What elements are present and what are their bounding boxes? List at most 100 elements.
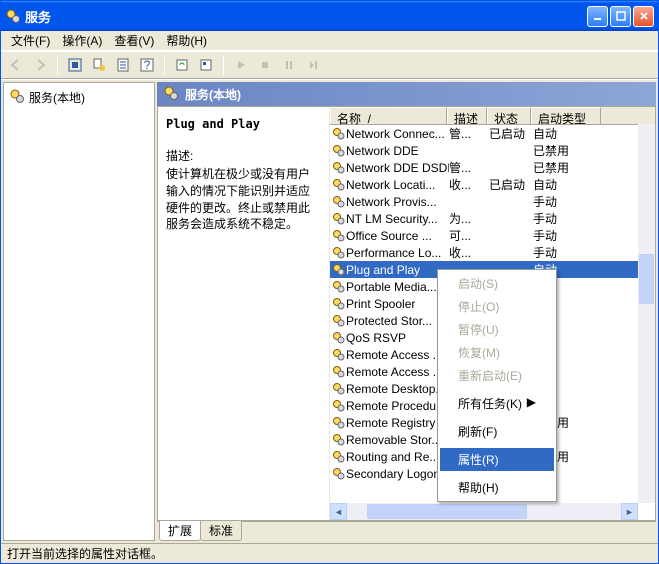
scroll-thumb[interactable] [639,254,654,304]
menu-view[interactable]: 查看(V) [108,31,160,50]
cell-name: Portable Media... [346,280,449,294]
cell-desc: 可... [449,227,489,244]
ctx-properties[interactable]: 属性(R) [440,448,554,471]
column-desc[interactable]: 描述 [447,107,487,124]
cell-status: 已启动 [489,125,533,142]
cell-status: 已启动 [489,176,533,193]
cell-name: Network DDE [346,144,449,158]
cell-desc: 为... [449,210,489,227]
cell-name: Secondary Logon [346,467,449,481]
stop-button[interactable] [254,54,276,76]
ctx-help[interactable]: 帮助(H) [440,476,554,499]
menubar: 文件(F) 操作(A) 查看(V) 帮助(H) [1,31,658,51]
service-icon [332,331,346,344]
restart-button[interactable] [302,54,324,76]
svg-text:?: ? [144,58,151,72]
properties-toolbar-button[interactable] [88,54,110,76]
description-text: 使计算机在极少或没有用户输入的情况下能识别并适应硬件的更改。终止或禁用此服务会造… [166,166,321,233]
menu-file[interactable]: 文件(F) [5,31,56,50]
detail-body: Plug and Play 描述: 使计算机在极少或没有用户输入的情况下能识别并… [157,106,656,521]
detail-header: 服务(本地) [157,82,656,106]
service-row[interactable]: NT LM Security...为...手动 [330,210,655,227]
toolbar-button-6[interactable] [195,54,217,76]
cell-startup: 已禁用 [533,142,603,159]
column-name[interactable]: 名称 / [330,107,447,124]
cell-name: Performance Lo... [346,246,449,260]
tab-standard[interactable]: 标准 [200,521,242,541]
cell-name: Routing and Re... [346,450,449,464]
status-bar: 打开当前选择的属性对话框。 [1,543,658,563]
service-row[interactable]: Network DDE DSDM管...已禁用 [330,159,655,176]
service-icon [332,467,346,480]
service-row[interactable]: Network Provis...手动 [330,193,655,210]
ctx-refresh[interactable]: 刷新(F) [440,420,554,443]
ctx-all-tasks[interactable]: 所有任务(K)▶ [440,392,554,415]
cell-name: Network DDE DSDM [346,161,449,175]
cell-name: Remote Access ... [346,348,449,362]
back-button[interactable] [5,54,27,76]
cell-startup: 手动 [533,244,603,261]
ctx-start[interactable]: 启动(S) [440,272,554,295]
ctx-restart[interactable]: 重新启动(E) [440,364,554,387]
scroll-left-button[interactable]: ◄ [330,503,347,520]
services-window: 服务 文件(F) 操作(A) 查看(V) 帮助(H) ? 服务(本地) [0,0,659,564]
refresh-toolbar-button[interactable] [171,54,193,76]
help-toolbar-button[interactable]: ? [136,54,158,76]
scroll-thumb[interactable] [367,504,527,519]
menu-help[interactable]: 帮助(H) [160,31,213,50]
toolbar-separator [57,55,58,75]
detail-header-title: 服务(本地) [185,86,241,103]
service-icon [332,348,346,361]
titlebar[interactable]: 服务 [1,1,658,31]
tab-extended[interactable]: 扩展 [159,521,201,541]
service-row[interactable]: Performance Lo...收... 手动 [330,244,655,261]
export-button[interactable] [112,54,134,76]
ctx-stop[interactable]: 停止(O) [440,295,554,318]
ctx-resume[interactable]: 恢复(M) [440,341,554,364]
column-startup[interactable]: 启动类型 [531,107,601,124]
horizontal-scrollbar[interactable]: ◄ ► [330,503,638,520]
tree-root[interactable]: 服务(本地) [8,87,150,108]
close-button[interactable] [633,6,654,27]
gears-icon [9,88,25,107]
menu-action[interactable]: 操作(A) [56,31,108,50]
main-area: 服务(本地) 服务(本地) Plug and Play 描述: 使计算机在极少或… [1,79,658,543]
tree-pane[interactable]: 服务(本地) [3,82,155,541]
pause-button[interactable] [278,54,300,76]
service-row[interactable]: Network Connec...管...已启动自动 [330,125,655,142]
services-icon [5,8,21,24]
service-icon [332,161,346,174]
tree-root-label: 服务(本地) [29,89,85,106]
service-icon [332,212,346,225]
scroll-track[interactable] [347,503,621,520]
minimize-button[interactable] [587,6,608,27]
cell-name: Network Locati... [346,178,449,192]
cell-startup: 已禁用 [533,159,603,176]
service-icon [332,195,346,208]
ctx-pause[interactable]: 暂停(U) [440,318,554,341]
cell-name: Remote Registry [346,416,449,430]
cell-startup: 自动 [533,176,603,193]
service-icon [332,450,346,463]
cell-desc: 收... [449,244,489,261]
cell-name: Protected Stor... [346,314,449,328]
cell-name: Print Spooler [346,297,449,311]
maximize-button[interactable] [610,6,631,27]
list-rows[interactable]: Network Connec...管...已启动自动 Network DDE 已禁用… [330,125,655,520]
service-row[interactable]: Office Source ...可...手动 [330,227,655,244]
context-menu: 启动(S) 停止(O) 暂停(U) 恢复(M) 重新启动(E) 所有任务(K)▶… [437,269,557,502]
cell-name: Remote Desktop... [346,382,449,396]
ctx-separator [441,417,553,418]
forward-button[interactable] [29,54,51,76]
service-row[interactable]: Network Locati...收...已启动自动 [330,176,655,193]
scroll-right-button[interactable]: ► [621,503,638,520]
gears-icon [163,85,179,104]
toolbar: ? [1,51,658,79]
service-row[interactable]: Network DDE 已禁用 [330,142,655,159]
column-status[interactable]: 状态 [487,107,531,124]
vertical-scrollbar[interactable] [638,124,655,503]
toolbar-button-1[interactable] [64,54,86,76]
service-icon [332,365,346,378]
service-icon [332,246,346,259]
play-button[interactable] [230,54,252,76]
